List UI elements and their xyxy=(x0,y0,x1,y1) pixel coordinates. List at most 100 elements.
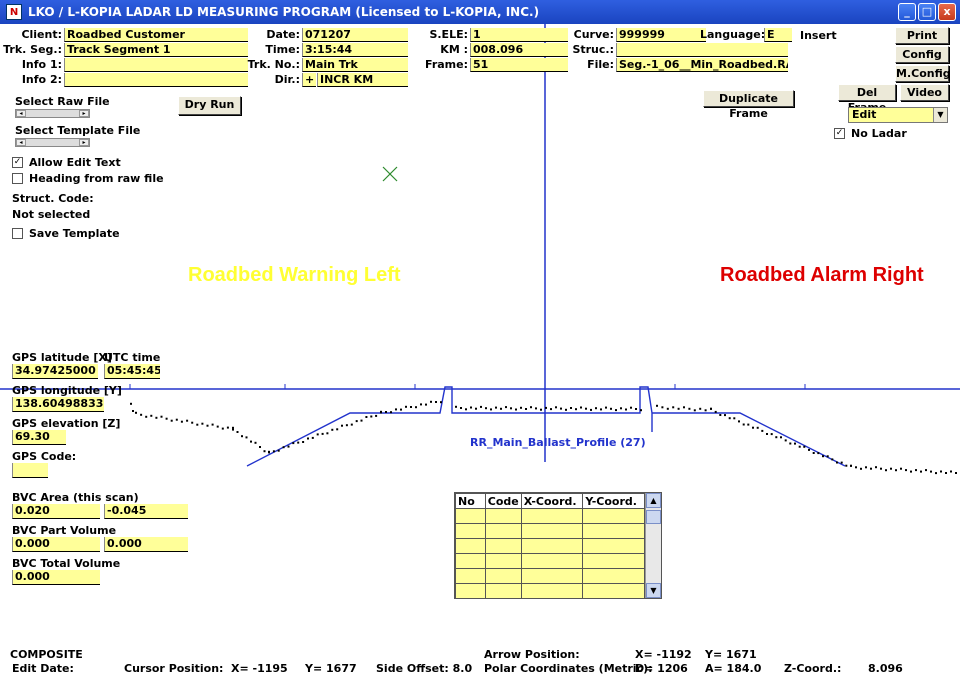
table-scrollbar[interactable]: ▲ ▼ xyxy=(645,493,661,598)
gps-lat-label: GPS latitude [X] xyxy=(12,351,112,364)
table-row[interactable] xyxy=(455,508,645,524)
arrow-y: Y= 1671 xyxy=(705,648,757,661)
scan-point xyxy=(216,425,219,428)
dry-run-button[interactable]: Dry Run xyxy=(178,96,241,115)
chevron-down-icon[interactable]: ▼ xyxy=(933,108,947,122)
scroll-up-icon[interactable]: ▲ xyxy=(646,493,661,508)
curve-field[interactable]: 999999 xyxy=(616,28,706,42)
trkno-field[interactable]: Main Trk xyxy=(302,58,408,72)
dir-label: Dir.: xyxy=(274,73,300,86)
scan-point xyxy=(135,411,137,414)
scan-point xyxy=(390,411,392,414)
table-row[interactable] xyxy=(455,568,645,584)
frame-field[interactable]: 51 xyxy=(470,58,568,72)
table-row[interactable] xyxy=(455,523,645,539)
scan-point xyxy=(761,429,764,432)
scroll-left-icon[interactable]: ◂ xyxy=(16,139,26,146)
duplicate-frame-button[interactable]: Duplicate Frame xyxy=(703,90,794,120)
sele-field[interactable]: 1 xyxy=(470,28,568,42)
file-label: File: xyxy=(587,58,614,71)
scan-point xyxy=(420,403,422,406)
scroll-thumb[interactable] xyxy=(646,510,661,524)
bvc-part-b-field[interactable]: 0.000 xyxy=(104,537,188,552)
scroll-right-icon[interactable]: ▸ xyxy=(79,110,89,117)
scroll-right-icon[interactable]: ▸ xyxy=(79,139,89,146)
allow-edit-text-checkbox[interactable]: ✓ Allow Edit Text xyxy=(12,156,121,169)
scan-point xyxy=(380,410,382,413)
scan-point xyxy=(500,407,502,410)
scan-point xyxy=(950,470,952,473)
zcoord-value: 8.096 xyxy=(868,662,903,675)
cursor-marker xyxy=(382,166,398,182)
scan-point xyxy=(206,424,209,427)
km-field[interactable]: 008.096 xyxy=(470,43,568,57)
client-field[interactable]: Roadbed Customer xyxy=(64,28,248,42)
coords-table-container[interactable]: No Code X-Coord. Y-Coord. ▲ ▼ xyxy=(454,492,662,599)
scan-point xyxy=(505,406,507,409)
info2-label: Info 2: xyxy=(21,73,62,86)
mconfig-button[interactable]: M.Config xyxy=(895,65,951,82)
scan-point xyxy=(485,407,487,410)
scan-point xyxy=(930,470,932,473)
scan-point xyxy=(850,464,852,467)
scan-point xyxy=(724,414,726,417)
roadbed-alarm-right: Roadbed Alarm Right xyxy=(720,264,924,286)
language-field[interactable]: E xyxy=(764,28,792,42)
time-field[interactable]: 3:15:44 xyxy=(302,43,408,57)
heading-from-raw-label: Heading from raw file xyxy=(29,172,164,185)
date-field[interactable]: 071207 xyxy=(302,28,408,42)
dir-field[interactable]: INCR KM xyxy=(317,73,408,87)
scan-point xyxy=(341,424,343,427)
info1-field[interactable] xyxy=(64,58,248,72)
scan-point xyxy=(766,433,768,435)
mode-select[interactable]: Edit ▼ xyxy=(848,107,948,123)
gps-lon-field[interactable]: 138.60498833 xyxy=(12,397,104,412)
trkno-label: Trk. No.: xyxy=(247,58,300,71)
gps-code-field[interactable] xyxy=(12,463,48,478)
roadbed-warning-left: Roadbed Warning Left xyxy=(188,264,401,286)
bvc-area-a-field[interactable]: 0.020 xyxy=(12,504,100,519)
del-frame-button[interactable]: Del Frame xyxy=(838,84,896,114)
info2-field[interactable] xyxy=(64,73,248,87)
scan-point xyxy=(555,406,557,409)
scan-point xyxy=(855,466,857,469)
scan-point xyxy=(580,406,582,409)
utc-time-field[interactable]: 05:45:45. xyxy=(104,364,160,379)
heading-from-raw-checkbox[interactable]: Heading from raw file xyxy=(12,172,164,185)
scroll-left-icon[interactable]: ◂ xyxy=(16,110,26,117)
raw-file-scrollbar[interactable]: ◂ ▸ xyxy=(15,109,90,118)
print-button[interactable]: Print xyxy=(895,27,949,44)
bvc-area-b-field[interactable]: -0.045 xyxy=(104,504,188,519)
scan-point xyxy=(241,435,243,438)
no-ladar-label: No Ladar xyxy=(851,127,907,140)
scroll-down-icon[interactable]: ▼ xyxy=(646,583,661,598)
video-button[interactable]: Video xyxy=(900,84,949,101)
scan-point xyxy=(130,402,132,405)
scan-point xyxy=(688,407,691,410)
save-template-checkbox[interactable]: Save Template xyxy=(12,227,120,240)
dir-sign-field[interactable]: + xyxy=(302,73,316,87)
bvc-part-a-field[interactable]: 0.000 xyxy=(12,537,100,552)
gps-elev-field[interactable]: 69.30 xyxy=(12,430,66,445)
scan-point xyxy=(798,445,801,448)
table-row[interactable] xyxy=(455,583,645,598)
config-button[interactable]: Config xyxy=(895,46,949,63)
table-row[interactable] xyxy=(455,553,645,569)
table-row[interactable] xyxy=(455,538,645,554)
scan-point xyxy=(575,408,577,411)
scan-point xyxy=(435,401,437,403)
scan-point xyxy=(316,433,319,436)
no-ladar-checkbox[interactable]: ✓ No Ladar xyxy=(834,127,907,140)
side-offset: Side Offset: 8.0 xyxy=(376,662,473,675)
scan-point xyxy=(817,452,820,455)
gps-lat-field[interactable]: 34.97425000 xyxy=(12,364,98,379)
scan-point xyxy=(191,421,194,424)
file-field[interactable]: Seg.-1_06__Min_Roadbed.RAW xyxy=(616,58,788,72)
trkseg-field[interactable]: Track Segment 1 xyxy=(64,43,248,57)
struc-field[interactable] xyxy=(616,43,788,57)
struc-label: Struc.: xyxy=(572,43,614,56)
scan-point xyxy=(845,464,848,467)
bvc-total-field[interactable]: 0.000 xyxy=(12,570,100,585)
template-file-scrollbar[interactable]: ◂ ▸ xyxy=(15,138,90,147)
scan-point xyxy=(794,442,796,445)
